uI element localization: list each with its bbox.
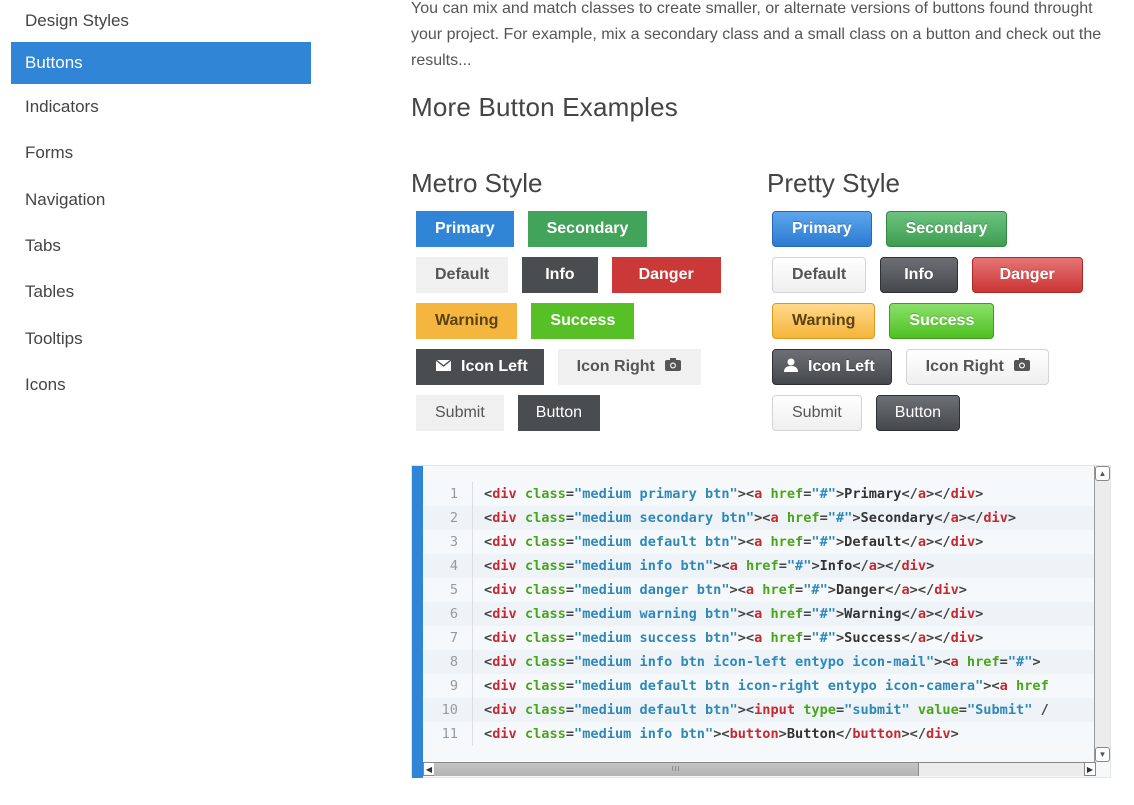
pretty-icon-left-button[interactable]: Icon Left bbox=[772, 349, 892, 385]
code-text: <div class="medium info btn icon-left en… bbox=[484, 654, 1041, 670]
line-number: 6 bbox=[423, 602, 473, 626]
sidebar-nav: Design Styles Buttons Indicators Forms N… bbox=[11, 0, 311, 408]
code-text: <div class="medium success btn"><a href=… bbox=[484, 630, 984, 646]
pretty-style-title: Pretty Style bbox=[767, 168, 900, 198]
code-line: 2 <div class="medium secondary btn"><a hr… bbox=[423, 506, 1096, 530]
code-lines: 1 <div class="medium primary btn"><a href… bbox=[423, 482, 1096, 746]
metro-icon-right-button[interactable]: Icon Right bbox=[557, 349, 701, 385]
code-line: 5 <div class="medium danger btn"><a href=… bbox=[423, 578, 1096, 602]
horizontal-scroll-thumb[interactable]: III bbox=[434, 763, 919, 776]
metro-icon-left-button[interactable]: Icon Left bbox=[416, 349, 544, 385]
line-number: 9 bbox=[423, 674, 473, 698]
sidebar-item-navigation[interactable]: Navigation bbox=[11, 177, 311, 223]
metro-button-button[interactable]: Button bbox=[517, 395, 601, 431]
pretty-style-section: Pretty Style Primary Secondary Default I… bbox=[767, 168, 1107, 441]
code-line: 1 <div class="medium primary btn"><a href… bbox=[423, 482, 1096, 506]
code-line: 11 <div class="medium info btn"><button>B… bbox=[423, 722, 1096, 746]
code-text: <div class="medium info btn"><a href="#"… bbox=[484, 558, 935, 574]
line-number: 10 bbox=[423, 698, 473, 722]
code-line: 6 <div class="medium warning btn"><a href… bbox=[423, 602, 1096, 626]
metro-info-button[interactable]: Info bbox=[522, 257, 598, 293]
metro-warning-button[interactable]: Warning bbox=[416, 303, 518, 339]
code-block: 1 <div class="medium primary btn"><a href… bbox=[411, 465, 1111, 778]
sidebar-item-indicators[interactable]: Indicators bbox=[11, 84, 311, 130]
pretty-danger-button[interactable]: Danger bbox=[971, 257, 1083, 293]
metro-icon-left-label: Icon Left bbox=[461, 358, 528, 375]
scroll-up-arrow-icon[interactable]: ▲ bbox=[1095, 466, 1110, 481]
section-heading: More Button Examples bbox=[411, 92, 679, 122]
sidebar-item-tables[interactable]: Tables bbox=[11, 269, 311, 315]
code-line: 4 <div class="medium info btn"><a href="#… bbox=[423, 554, 1096, 578]
metro-style-title: Metro Style bbox=[411, 168, 543, 198]
line-number: 8 bbox=[423, 650, 473, 674]
sidebar-item-buttons[interactable]: Buttons bbox=[11, 42, 311, 84]
pretty-warning-button[interactable]: Warning bbox=[772, 303, 876, 339]
sidebar-item-design-styles[interactable]: Design Styles bbox=[11, 0, 311, 42]
intro-paragraph: You can mix and match classes to create … bbox=[411, 0, 1102, 69]
metro-default-button[interactable]: Default bbox=[416, 257, 509, 293]
pretty-icon-right-label: Icon Right bbox=[925, 358, 1004, 375]
vertical-scrollbar[interactable]: ▲ ▼ bbox=[1094, 466, 1110, 762]
code-line: 7 <div class="medium success btn"><a href… bbox=[423, 626, 1096, 650]
pretty-primary-button[interactable]: Primary bbox=[772, 211, 872, 247]
code-text: <div class="medium info btn"><button>But… bbox=[484, 726, 959, 742]
code-text: <div class="medium warning btn"><a href=… bbox=[484, 606, 984, 622]
code-text: <div class="medium default btn icon-righ… bbox=[484, 678, 1049, 694]
main-content: You can mix and match classes to create … bbox=[411, 0, 1121, 431]
pretty-icon-right-button[interactable]: Icon Right bbox=[905, 349, 1049, 385]
sidebar-item-icons[interactable]: Icons bbox=[11, 362, 311, 408]
code-text: <div class="medium default btn"><a href=… bbox=[484, 534, 984, 550]
code-text: <div class="medium secondary btn"><a hre… bbox=[484, 510, 1017, 526]
scroll-down-arrow-icon[interactable]: ▼ bbox=[1095, 747, 1110, 762]
user-icon bbox=[784, 358, 798, 377]
metro-danger-button[interactable]: Danger bbox=[611, 257, 721, 293]
code-text: <div class="medium default btn"><input t… bbox=[484, 702, 1049, 718]
line-number: 11 bbox=[423, 722, 473, 746]
pretty-info-button[interactable]: Info bbox=[880, 257, 958, 293]
metro-primary-button[interactable]: Primary bbox=[416, 211, 514, 247]
line-number: 2 bbox=[423, 506, 473, 530]
pretty-icon-left-label: Icon Left bbox=[808, 358, 875, 375]
pretty-default-button[interactable]: Default bbox=[772, 257, 867, 293]
line-number: 5 bbox=[423, 578, 473, 602]
metro-secondary-button[interactable]: Secondary bbox=[527, 211, 648, 247]
code-line: 10 <div class="medium default btn"><input… bbox=[423, 698, 1096, 722]
camera-icon bbox=[1013, 358, 1030, 376]
code-line: 8 <div class="medium info btn icon-left e… bbox=[423, 650, 1096, 674]
code-line: 3 <div class="medium default btn"><a href… bbox=[423, 530, 1096, 554]
pretty-secondary-button[interactable]: Secondary bbox=[885, 211, 1008, 247]
code-accent-bar bbox=[412, 466, 423, 778]
metro-submit-button[interactable]: Submit bbox=[416, 395, 504, 431]
pretty-success-button[interactable]: Success bbox=[889, 303, 995, 339]
metro-success-button[interactable]: Success bbox=[531, 303, 635, 339]
code-line: 9 <div class="medium default btn icon-rig… bbox=[423, 674, 1096, 698]
line-number: 3 bbox=[423, 530, 473, 554]
pretty-submit-button[interactable]: Submit bbox=[772, 395, 862, 431]
metro-style-section: Metro Style Primary Secondary Default In… bbox=[411, 168, 751, 441]
code-text: <div class="medium danger btn"><a href="… bbox=[484, 582, 967, 598]
line-number: 1 bbox=[423, 482, 473, 506]
sidebar-item-tooltips[interactable]: Tooltips bbox=[11, 315, 311, 361]
sidebar-item-forms[interactable]: Forms bbox=[11, 130, 311, 176]
line-number: 4 bbox=[423, 554, 473, 578]
pretty-button-button[interactable]: Button bbox=[875, 395, 961, 431]
metro-icon-right-label: Icon Right bbox=[576, 358, 655, 375]
scroll-right-arrow-icon[interactable]: ▶ bbox=[1084, 762, 1096, 776]
sidebar-item-tabs[interactable]: Tabs bbox=[11, 223, 311, 269]
horizontal-scrollbar[interactable]: ◀ III ▶ bbox=[423, 762, 1096, 776]
mail-icon bbox=[435, 358, 452, 376]
camera-icon bbox=[664, 358, 681, 376]
code-text: <div class="medium primary btn"><a href=… bbox=[484, 486, 984, 502]
line-number: 7 bbox=[423, 626, 473, 650]
